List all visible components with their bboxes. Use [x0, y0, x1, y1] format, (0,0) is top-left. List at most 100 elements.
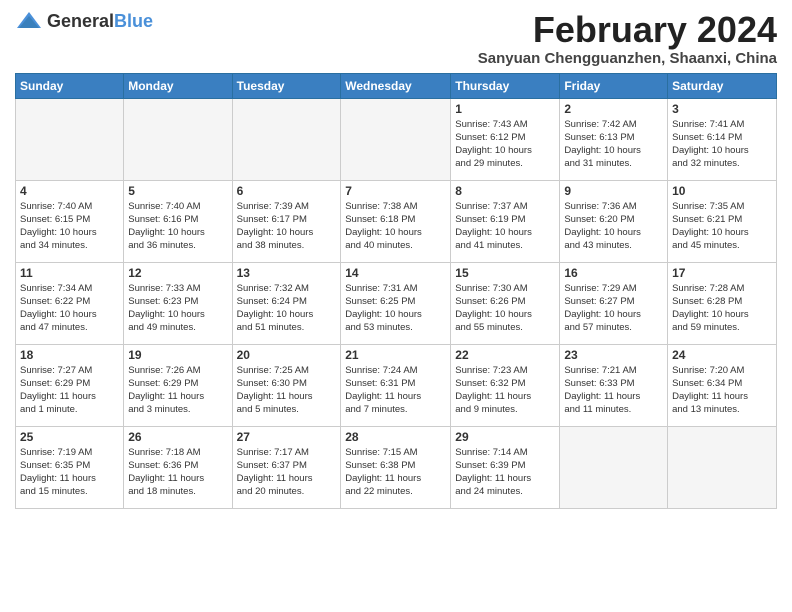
- day-number: 6: [237, 184, 337, 198]
- day-detail: Sunrise: 7:32 AM Sunset: 6:24 PM Dayligh…: [237, 282, 337, 335]
- day-cell: 6Sunrise: 7:39 AM Sunset: 6:17 PM Daylig…: [232, 180, 341, 262]
- day-detail: Sunrise: 7:42 AM Sunset: 6:13 PM Dayligh…: [564, 118, 663, 171]
- day-cell: 17 Sunrise: 7:28 AM Sunset: 6:28 PM Dayli…: [668, 262, 777, 344]
- day-detail: Sunrise: 7:14 AM Sunset: 6:39 PM Dayligh…: [455, 446, 555, 499]
- day-number: 2: [564, 102, 663, 116]
- day-cell: 16 Sunrise: 7:29 AM Sunset: 6:27 PM Dayli…: [560, 262, 668, 344]
- day-detail: Sunrise: 7:40 AM Sunset: 6:16 PM Dayligh…: [128, 200, 227, 253]
- day-cell: 5Sunrise: 7:40 AM Sunset: 6:16 PM Daylig…: [124, 180, 232, 262]
- week-row-3: 11 Sunrise: 7:34 AM Sunset: 6:22 PM Dayli…: [16, 262, 777, 344]
- day-cell: 7Sunrise: 7:38 AM Sunset: 6:18 PM Daylig…: [341, 180, 451, 262]
- day-number: 24: [672, 348, 772, 362]
- day-cell: 24 Sunrise: 7:20 AM Sunset: 6:34 PM Dayli…: [668, 344, 777, 426]
- day-detail: Sunrise: 7:36 AM Sunset: 6:20 PM Dayligh…: [564, 200, 663, 253]
- day-detail: Sunrise: 7:27 AM Sunset: 6:29 PM Dayligh…: [20, 364, 119, 417]
- day-cell: [668, 426, 777, 508]
- logo: GeneralBlue: [15, 10, 153, 32]
- day-detail: Sunrise: 7:31 AM Sunset: 6:25 PM Dayligh…: [345, 282, 446, 335]
- day-number: 16: [564, 266, 663, 280]
- day-detail: Sunrise: 7:20 AM Sunset: 6:34 PM Dayligh…: [672, 364, 772, 417]
- day-number: 28: [345, 430, 446, 444]
- day-detail: Sunrise: 7:18 AM Sunset: 6:36 PM Dayligh…: [128, 446, 227, 499]
- day-number: 1: [455, 102, 555, 116]
- header-row: SundayMondayTuesdayWednesdayThursdayFrid…: [16, 73, 777, 98]
- day-cell: 19 Sunrise: 7:26 AM Sunset: 6:29 PM Dayli…: [124, 344, 232, 426]
- logo-blue: Blue: [114, 11, 153, 31]
- header-monday: Monday: [124, 73, 232, 98]
- day-detail: Sunrise: 7:33 AM Sunset: 6:23 PM Dayligh…: [128, 282, 227, 335]
- week-row-2: 4 Sunrise: 7:40 AM Sunset: 6:15 PM Daylig…: [16, 180, 777, 262]
- day-number: 19: [128, 348, 227, 362]
- day-detail: Sunrise: 7:19 AM Sunset: 6:35 PM Dayligh…: [20, 446, 119, 499]
- day-detail: Sunrise: 7:17 AM Sunset: 6:37 PM Dayligh…: [237, 446, 337, 499]
- day-number: 29: [455, 430, 555, 444]
- title-month: February 2024: [478, 10, 777, 50]
- day-cell: [560, 426, 668, 508]
- day-cell: 9 Sunrise: 7:36 AM Sunset: 6:20 PM Daylig…: [560, 180, 668, 262]
- header-thursday: Thursday: [451, 73, 560, 98]
- day-detail: Sunrise: 7:40 AM Sunset: 6:15 PM Dayligh…: [20, 200, 119, 253]
- day-number: 10: [672, 184, 772, 198]
- day-number: 14: [345, 266, 446, 280]
- day-number: 11: [20, 266, 119, 280]
- day-cell: 25Sunrise: 7:19 AM Sunset: 6:35 PM Dayli…: [16, 426, 124, 508]
- day-detail: Sunrise: 7:21 AM Sunset: 6:33 PM Dayligh…: [564, 364, 663, 417]
- logo-general: General: [47, 11, 114, 31]
- day-cell: 21Sunrise: 7:24 AM Sunset: 6:31 PM Dayli…: [341, 344, 451, 426]
- day-detail: Sunrise: 7:28 AM Sunset: 6:28 PM Dayligh…: [672, 282, 772, 335]
- day-number: 27: [237, 430, 337, 444]
- header-sunday: Sunday: [16, 73, 124, 98]
- day-detail: Sunrise: 7:35 AM Sunset: 6:21 PM Dayligh…: [672, 200, 772, 253]
- day-detail: Sunrise: 7:38 AM Sunset: 6:18 PM Dayligh…: [345, 200, 446, 253]
- day-cell: [232, 98, 341, 180]
- header-tuesday: Tuesday: [232, 73, 341, 98]
- day-detail: Sunrise: 7:37 AM Sunset: 6:19 PM Dayligh…: [455, 200, 555, 253]
- day-detail: Sunrise: 7:23 AM Sunset: 6:32 PM Dayligh…: [455, 364, 555, 417]
- header-friday: Friday: [560, 73, 668, 98]
- day-detail: Sunrise: 7:25 AM Sunset: 6:30 PM Dayligh…: [237, 364, 337, 417]
- day-detail: Sunrise: 7:26 AM Sunset: 6:29 PM Dayligh…: [128, 364, 227, 417]
- calendar-table: SundayMondayTuesdayWednesdayThursdayFrid…: [15, 73, 777, 509]
- day-number: 26: [128, 430, 227, 444]
- day-cell: 11 Sunrise: 7:34 AM Sunset: 6:22 PM Dayli…: [16, 262, 124, 344]
- day-cell: 22 Sunrise: 7:23 AM Sunset: 6:32 PM Dayli…: [451, 344, 560, 426]
- day-number: 8: [455, 184, 555, 198]
- day-number: 13: [237, 266, 337, 280]
- day-number: 21: [345, 348, 446, 362]
- day-detail: Sunrise: 7:34 AM Sunset: 6:22 PM Dayligh…: [20, 282, 119, 335]
- day-number: 3: [672, 102, 772, 116]
- day-number: 23: [564, 348, 663, 362]
- day-cell: [124, 98, 232, 180]
- day-detail: Sunrise: 7:15 AM Sunset: 6:38 PM Dayligh…: [345, 446, 446, 499]
- title-location: Sanyuan Chengguanzhen, Shaanxi, China: [478, 50, 777, 67]
- day-detail: Sunrise: 7:29 AM Sunset: 6:27 PM Dayligh…: [564, 282, 663, 335]
- day-cell: 8 Sunrise: 7:37 AM Sunset: 6:19 PM Daylig…: [451, 180, 560, 262]
- day-number: 17: [672, 266, 772, 280]
- day-cell: 23 Sunrise: 7:21 AM Sunset: 6:33 PM Dayli…: [560, 344, 668, 426]
- day-number: 9: [564, 184, 663, 198]
- day-number: 4: [20, 184, 119, 198]
- day-cell: 15Sunrise: 7:30 AM Sunset: 6:26 PM Dayli…: [451, 262, 560, 344]
- day-cell: 13 Sunrise: 7:32 AM Sunset: 6:24 PM Dayli…: [232, 262, 341, 344]
- logo-icon: [15, 10, 43, 32]
- day-detail: Sunrise: 7:41 AM Sunset: 6:14 PM Dayligh…: [672, 118, 772, 171]
- day-cell: 10 Sunrise: 7:35 AM Sunset: 6:21 PM Dayli…: [668, 180, 777, 262]
- day-cell: 12 Sunrise: 7:33 AM Sunset: 6:23 PM Dayli…: [124, 262, 232, 344]
- day-cell: 1Sunrise: 7:43 AM Sunset: 6:12 PM Daylig…: [451, 98, 560, 180]
- day-cell: 3 Sunrise: 7:41 AM Sunset: 6:14 PM Daylig…: [668, 98, 777, 180]
- page-header: GeneralBlue February 2024 Sanyuan Chengg…: [15, 10, 777, 67]
- day-cell: 4 Sunrise: 7:40 AM Sunset: 6:15 PM Daylig…: [16, 180, 124, 262]
- header-saturday: Saturday: [668, 73, 777, 98]
- week-row-4: 18 Sunrise: 7:27 AM Sunset: 6:29 PM Dayli…: [16, 344, 777, 426]
- day-cell: [16, 98, 124, 180]
- day-cell: 14 Sunrise: 7:31 AM Sunset: 6:25 PM Dayli…: [341, 262, 451, 344]
- day-number: 12: [128, 266, 227, 280]
- day-cell: 27 Sunrise: 7:17 AM Sunset: 6:37 PM Dayli…: [232, 426, 341, 508]
- title-block: February 2024 Sanyuan Chengguanzhen, Sha…: [478, 10, 777, 67]
- day-cell: 29 Sunrise: 7:14 AM Sunset: 6:39 PM Dayli…: [451, 426, 560, 508]
- day-number: 18: [20, 348, 119, 362]
- day-number: 22: [455, 348, 555, 362]
- day-cell: 2 Sunrise: 7:42 AM Sunset: 6:13 PM Daylig…: [560, 98, 668, 180]
- day-detail: Sunrise: 7:30 AM Sunset: 6:26 PM Dayligh…: [455, 282, 555, 335]
- day-cell: 20Sunrise: 7:25 AM Sunset: 6:30 PM Dayli…: [232, 344, 341, 426]
